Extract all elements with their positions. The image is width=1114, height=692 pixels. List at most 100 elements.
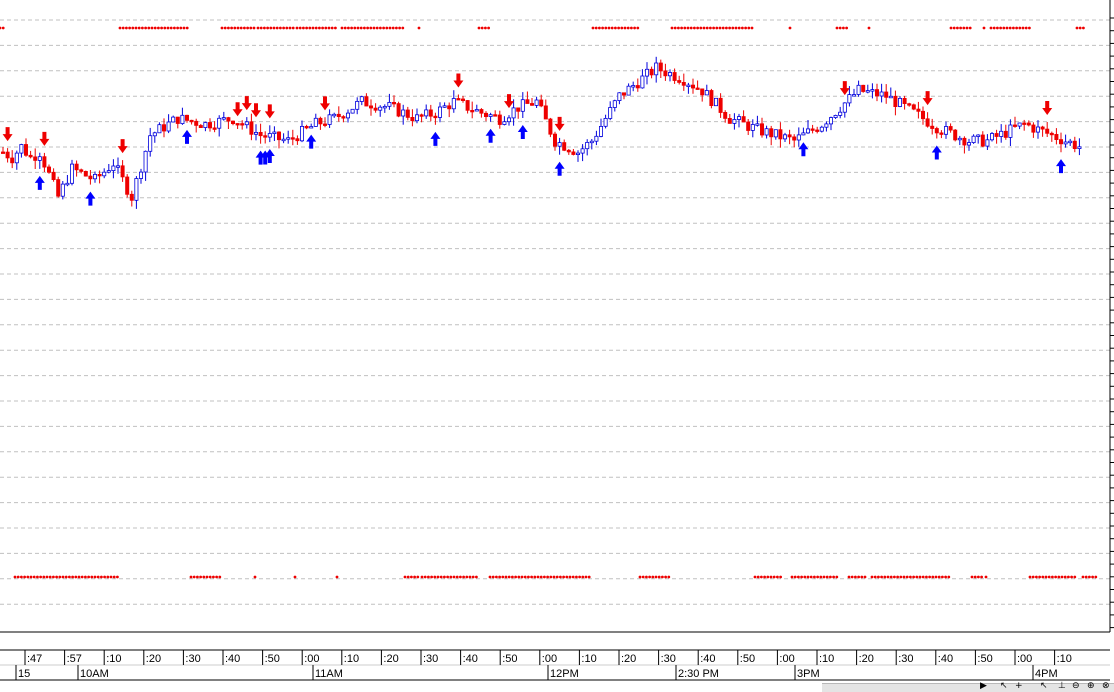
down-candle bbox=[921, 110, 926, 120]
top-signal-dot bbox=[230, 26, 234, 30]
down-candle bbox=[194, 120, 199, 126]
bottom-signal-dot bbox=[413, 575, 416, 579]
candlestick-chart[interactable]: :47:57:10:20:30:40:50:00:10:20:30:40:50:… bbox=[0, 0, 1114, 692]
up-candle bbox=[898, 98, 903, 107]
zoom-out-icon[interactable]: ⊖ bbox=[1072, 681, 1080, 691]
top-signal-dot bbox=[626, 26, 630, 30]
up-candle bbox=[332, 113, 337, 117]
down-candle bbox=[681, 82, 686, 86]
sell-signal-arrow bbox=[232, 102, 243, 117]
top-signal-dot bbox=[705, 26, 709, 30]
crosshair-tool-icon[interactable]: + bbox=[1015, 681, 1023, 691]
sell-signal-arrow bbox=[39, 131, 50, 146]
top-signal-dot bbox=[982, 26, 986, 30]
time-tick-label: :30 bbox=[185, 653, 200, 665]
up-candle bbox=[957, 137, 962, 141]
up-candle bbox=[424, 109, 429, 117]
top-signal-dot bbox=[1028, 26, 1031, 30]
pin-icon[interactable]: ⊥ bbox=[1058, 681, 1066, 691]
sell-signal-arrow bbox=[264, 104, 275, 119]
up-candle bbox=[152, 132, 157, 137]
down-candle bbox=[1049, 132, 1054, 136]
up-candle bbox=[309, 126, 314, 129]
cursor-tool-icon[interactable]: ↖ bbox=[1000, 681, 1008, 691]
down-candle bbox=[691, 84, 696, 89]
bottom-signal-dot bbox=[335, 575, 339, 579]
bottom-signal-dot bbox=[100, 575, 103, 579]
up-candle bbox=[313, 117, 318, 127]
down-candle bbox=[571, 151, 576, 155]
top-signal-dot bbox=[227, 26, 230, 30]
top-signal-dot bbox=[747, 26, 751, 30]
down-candle bbox=[525, 99, 530, 104]
settings-icon[interactable]: ⊗ bbox=[1102, 681, 1110, 691]
top-signal-dot bbox=[305, 26, 308, 30]
bottom-signal-dot bbox=[937, 575, 941, 579]
sell-signal-arrow bbox=[922, 91, 933, 106]
up-candle bbox=[557, 142, 562, 147]
top-signal-dot bbox=[150, 26, 154, 30]
top-signal-dot bbox=[308, 26, 312, 30]
bottom-signal-dot bbox=[192, 575, 196, 579]
up-candle bbox=[70, 163, 75, 184]
time-tick-label: :50 bbox=[502, 653, 517, 665]
bottom-signal-dot bbox=[790, 575, 794, 579]
up-candle bbox=[773, 129, 778, 138]
up-candle bbox=[401, 109, 406, 117]
cursor-icon[interactable]: ↖ bbox=[1040, 681, 1048, 691]
bottom-signal-dot bbox=[575, 575, 578, 579]
top-signal-dot bbox=[744, 26, 747, 30]
bottom-signal-dot bbox=[934, 575, 938, 579]
up-candle bbox=[286, 137, 291, 140]
bottom-signal-dot bbox=[1038, 575, 1041, 579]
up-candle bbox=[253, 131, 258, 135]
down-candle bbox=[741, 116, 746, 123]
top-signal-dot bbox=[731, 26, 735, 30]
sell-signal-arrow bbox=[251, 103, 261, 118]
bottom-signal-dot bbox=[832, 575, 835, 579]
top-signal-dot bbox=[680, 26, 683, 30]
bottom-signal-dot bbox=[581, 575, 585, 579]
up-candle bbox=[378, 106, 383, 111]
scroll-right-icon[interactable]: ▶ bbox=[980, 681, 987, 691]
top-signal-dot bbox=[353, 26, 357, 30]
bottom-signal-dot bbox=[93, 575, 97, 579]
down-candle bbox=[787, 134, 792, 138]
down-candle bbox=[428, 109, 433, 117]
down-candle bbox=[470, 110, 475, 113]
down-candle bbox=[1003, 130, 1008, 138]
down-candle bbox=[161, 124, 166, 132]
time-tick-label: :00 bbox=[779, 653, 794, 665]
top-signal-dot bbox=[388, 26, 392, 30]
zoom-in-icon[interactable]: ⊕ bbox=[1087, 681, 1095, 691]
up-candle bbox=[944, 126, 949, 135]
top-signal-dot bbox=[1024, 26, 1028, 30]
top-signal-dot bbox=[617, 26, 620, 30]
bottom-signal-dot bbox=[555, 575, 559, 579]
bottom-signal-dot bbox=[899, 575, 903, 579]
down-candle bbox=[934, 128, 939, 134]
bottom-signal-dot bbox=[465, 575, 469, 579]
down-candle bbox=[465, 100, 470, 111]
top-signal-dot bbox=[601, 26, 604, 30]
bottom-signal-dot bbox=[410, 575, 413, 579]
up-candle bbox=[640, 75, 645, 89]
top-signal-dot bbox=[272, 26, 276, 30]
top-signal-dot bbox=[263, 26, 266, 30]
down-candle bbox=[746, 121, 751, 131]
up-candle bbox=[1017, 122, 1022, 127]
up-candle bbox=[506, 117, 511, 123]
up-candle bbox=[267, 133, 272, 138]
down-candle bbox=[911, 104, 916, 110]
top-signal-dot bbox=[952, 26, 956, 30]
top-signal-dot bbox=[369, 26, 373, 30]
top-signal-dot bbox=[623, 26, 627, 30]
time-tick-label: :30 bbox=[423, 653, 438, 665]
bottom-signal-dot bbox=[766, 575, 770, 579]
down-candle bbox=[212, 127, 217, 130]
bottom-signal-dot bbox=[530, 575, 533, 579]
top-signal-dot bbox=[867, 26, 871, 30]
bottom-signal-dot bbox=[87, 575, 90, 579]
down-candle bbox=[1031, 124, 1036, 133]
time-tick-label: :30 bbox=[661, 653, 676, 665]
